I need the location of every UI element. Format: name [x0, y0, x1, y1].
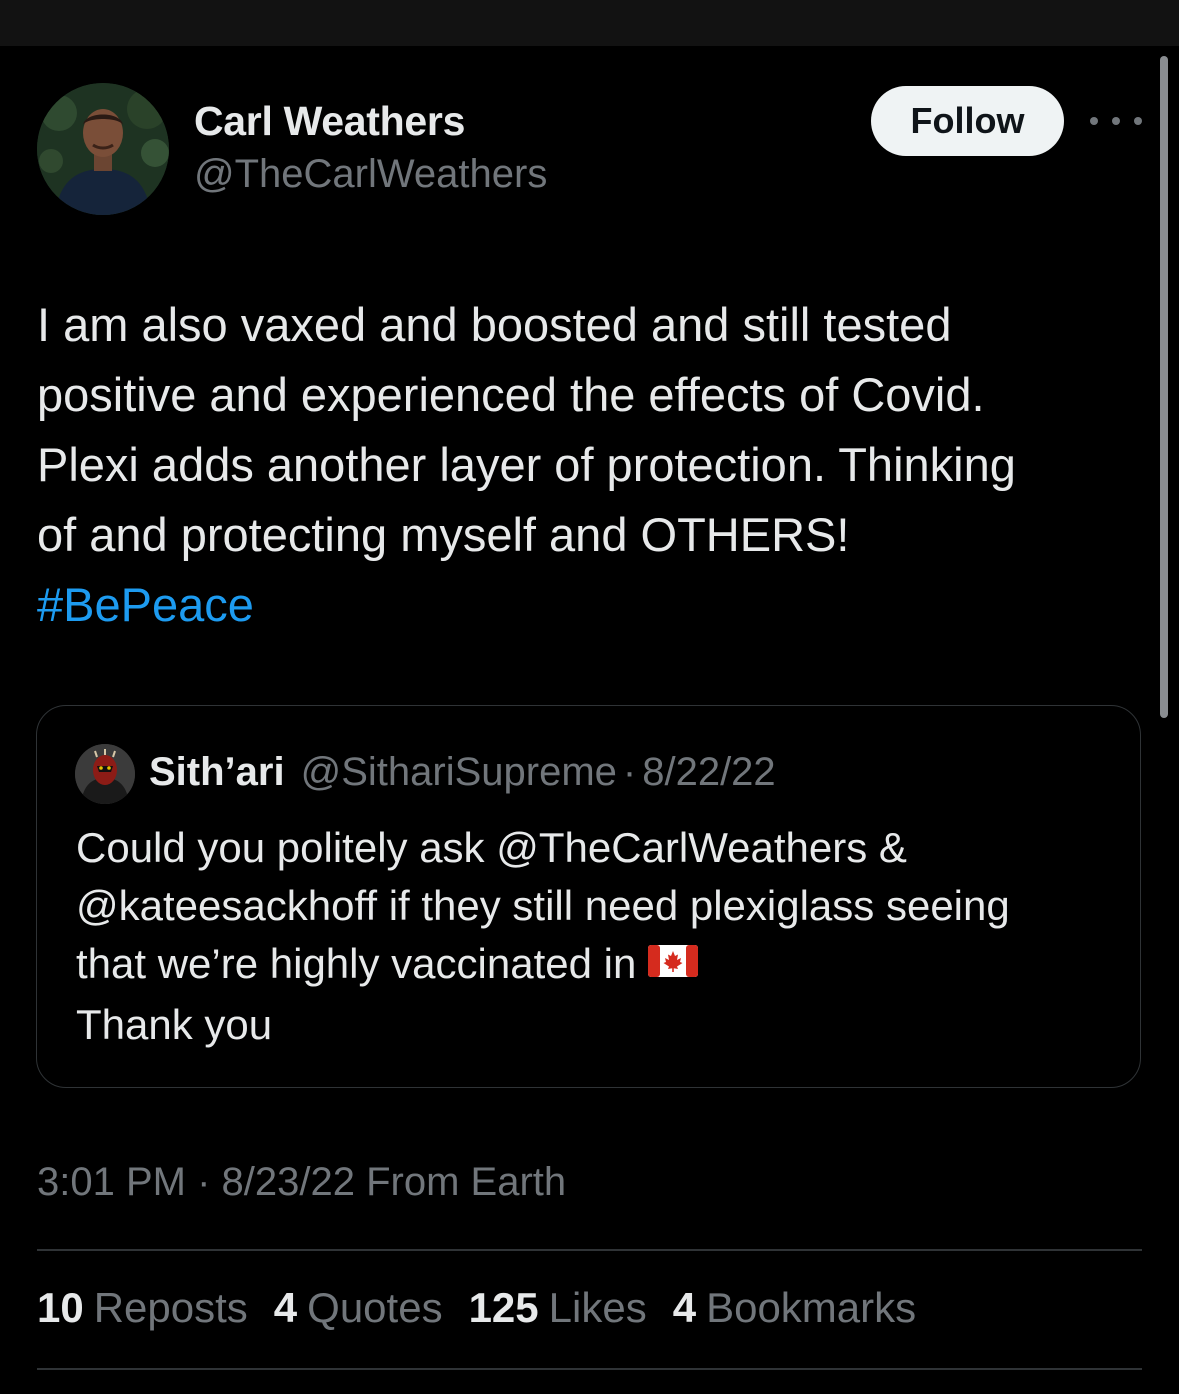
- quoted-line: Could you politely ask @TheCarlWeathers …: [76, 824, 907, 871]
- follow-button[interactable]: Follow: [871, 86, 1064, 156]
- bookmarks-label: Bookmarks: [706, 1284, 917, 1331]
- more-dot: [1090, 117, 1098, 125]
- quoted-line: Thank you: [76, 1000, 273, 1048]
- quoted-tweet-card[interactable]: Sith’ari @SithariSupreme · 8/22/22 Could…: [36, 705, 1141, 1088]
- tweet-line: of and protecting myself and OTHERS!: [37, 508, 850, 561]
- more-dot: [1112, 117, 1120, 125]
- divider: [37, 1249, 1142, 1251]
- engagement-stats: 10 Reposts 4 Quotes 125 Likes 4 Bookmarks: [37, 1284, 942, 1332]
- author-name[interactable]: Carl Weathers: [194, 98, 465, 145]
- canada-flag-icon: [648, 934, 699, 992]
- bookmarks-count: 4: [672, 1284, 697, 1331]
- likes-label: Likes: [548, 1284, 647, 1331]
- tweet-timestamp[interactable]: 3:01 PM · 8/23/22 From Earth: [37, 1160, 566, 1205]
- quoted-author-name: Sith’ari: [149, 750, 285, 794]
- quoted-line: that we’re highly vaccinated in: [76, 935, 1116, 996]
- reposts-stat[interactable]: 10 Reposts: [37, 1284, 248, 1332]
- tweet-line: Plexi adds another layer of protection. …: [37, 438, 1016, 491]
- quoted-author-handle: @SithariSupreme: [300, 750, 617, 794]
- hashtag-link[interactable]: #BePeace: [37, 570, 1147, 640]
- likes-count: 125: [468, 1284, 539, 1331]
- tweet-text: I am also vaxed and boosted and still te…: [37, 290, 1147, 640]
- top-bar: [0, 0, 1179, 46]
- quoted-line: @kateesackhoff if they still need plexig…: [76, 882, 1010, 929]
- tweet-line: I am also vaxed and boosted and still te…: [37, 298, 952, 351]
- quotes-count: 4: [273, 1284, 298, 1331]
- more-options-icon[interactable]: [1090, 106, 1142, 136]
- quoted-line-text: that we’re highly vaccinated in: [76, 940, 637, 987]
- quoted-date: 8/22/22: [642, 750, 776, 794]
- author-handle[interactable]: @TheCarlWeathers: [194, 152, 547, 197]
- reposts-count: 10: [37, 1284, 84, 1331]
- quotes-stat[interactable]: 4 Quotes: [274, 1284, 443, 1332]
- likes-stat[interactable]: 125 Likes: [469, 1284, 647, 1332]
- more-dot: [1134, 117, 1142, 125]
- author-avatar[interactable]: [37, 83, 169, 215]
- quoted-author-avatar: [75, 744, 135, 804]
- reposts-label: Reposts: [93, 1284, 248, 1331]
- bookmarks-stat[interactable]: 4 Bookmarks: [673, 1284, 916, 1332]
- quoted-header: Sith’ari @SithariSupreme · 8/22/22: [149, 750, 776, 795]
- scrollbar[interactable]: [1160, 56, 1168, 718]
- divider: [37, 1368, 1142, 1370]
- tweet-line: positive and experienced the effects of …: [37, 368, 985, 421]
- quoted-text: Could you politely ask @TheCarlWeathers …: [76, 819, 1116, 1054]
- quoted-separator: ·: [622, 750, 637, 794]
- quotes-label: Quotes: [307, 1284, 443, 1331]
